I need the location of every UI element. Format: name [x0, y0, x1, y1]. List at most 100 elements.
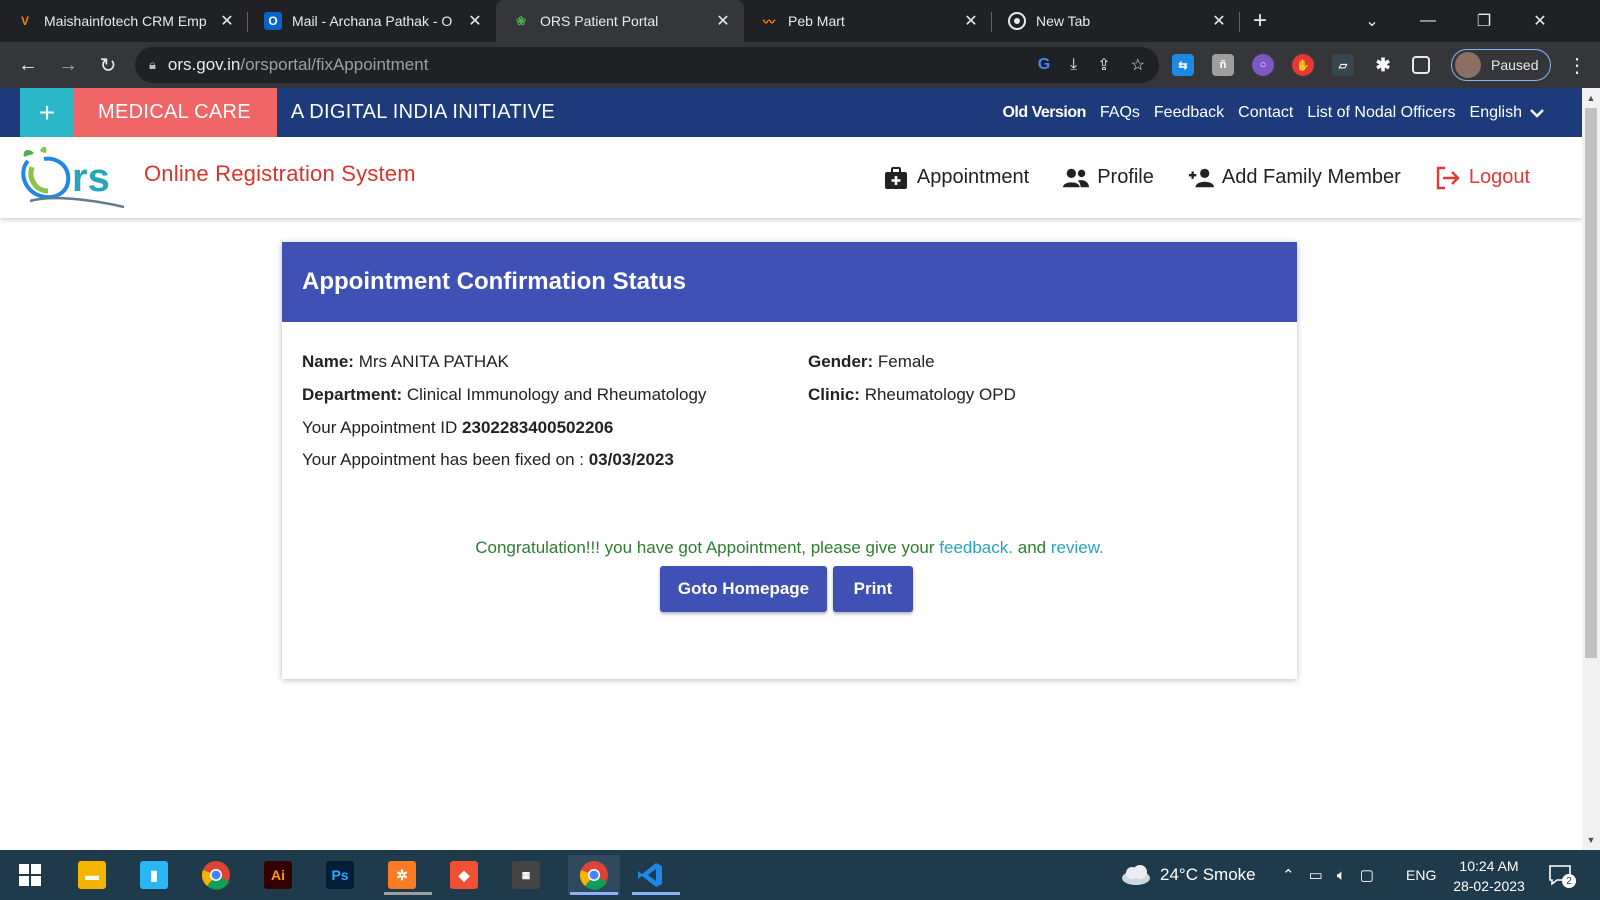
browser-tab[interactable]: V Maishainfotech CRM Emp ✕ — [0, 0, 248, 42]
scroll-up-icon[interactable]: ▲ — [1582, 90, 1600, 106]
profile-status: Paused — [1491, 57, 1539, 73]
feedback-link[interactable]: Feedback — [1147, 104, 1231, 122]
minimize-icon[interactable]: — — [1400, 0, 1456, 42]
extension-icon[interactable]: ○ — [1252, 54, 1274, 76]
new-tab-button[interactable]: + — [1240, 0, 1280, 42]
url-host: ors.gov.in — [167, 55, 241, 74]
weather-text: 24°C Smoke — [1160, 865, 1256, 884]
volume-icon[interactable]: 🔈︎ — [1337, 867, 1346, 884]
appointment-id-value: 2302283400502206 — [462, 418, 614, 437]
department-value: Clinical Immunology and Rheumatology — [406, 385, 707, 404]
logout-nav[interactable]: Logout — [1435, 166, 1530, 190]
scroll-thumb[interactable] — [1585, 108, 1597, 658]
clock[interactable]: 10:24 AM 28-02-2023 — [1448, 856, 1530, 896]
extension-icon[interactable]: ⇆ — [1172, 54, 1194, 76]
gov-top-bar: + MEDICAL CARE A DIGITAL INDIA INITIATIV… — [0, 88, 1582, 137]
language-select[interactable]: English — [1463, 104, 1544, 122]
time: 10:24 AM — [1459, 858, 1519, 874]
close-icon[interactable]: ✕ — [714, 12, 732, 30]
browser-tab-active[interactable]: ❀ ORS Patient Portal ✕ — [496, 0, 744, 42]
system-tray: ⌃ ▭ 🔈︎ ▢ — [1282, 850, 1374, 900]
chrome-active-icon[interactable] — [568, 855, 620, 895]
avatar — [1455, 52, 1481, 78]
scroll-down-icon[interactable]: ▼ — [1582, 832, 1600, 848]
close-window-icon[interactable]: ✕ — [1512, 0, 1568, 42]
page-scrollbar[interactable]: ▲ ▼ — [1582, 88, 1600, 850]
site-header: rs Online Registration System Appointmen… — [0, 137, 1582, 218]
browser-menu-icon[interactable]: ⋮ — [1562, 42, 1592, 88]
profile-nav[interactable]: Profile — [1063, 166, 1154, 190]
chrome-icon[interactable] — [196, 855, 236, 895]
close-icon[interactable]: ✕ — [962, 12, 980, 30]
notepad-icon[interactable]: ▮ — [134, 855, 174, 895]
side-panel-icon[interactable] — [1412, 56, 1430, 74]
close-icon[interactable]: ✕ — [466, 12, 484, 30]
gender-value: Female — [877, 352, 935, 371]
weather-widget[interactable]: 24°C Smoke — [1120, 850, 1256, 900]
app-icon[interactable]: ▦ — [506, 855, 546, 895]
language-label: English — [1469, 103, 1522, 121]
add-user-icon — [1188, 166, 1214, 190]
close-icon[interactable]: ✕ — [1210, 12, 1228, 30]
file-explorer-icon[interactable]: ▬ — [72, 855, 112, 895]
share-icon[interactable]: ⇪ — [1097, 55, 1110, 75]
battery-icon[interactable]: ▭ — [1309, 866, 1323, 884]
contact-link[interactable]: Contact — [1231, 104, 1300, 122]
add-family-member-label: Add Family Member — [1221, 166, 1401, 188]
language-indicator[interactable]: ENG — [1406, 850, 1436, 900]
bookmark-star-icon[interactable]: ☆ — [1131, 55, 1145, 75]
pebmart-favicon-icon: 〰 — [762, 14, 775, 29]
address-bar[interactable]: 🔒︎ ors.gov.in/orsportal/fixAppointment G… — [135, 47, 1159, 83]
ors-logo[interactable]: rs — [20, 145, 126, 211]
profile-chip[interactable]: Paused — [1451, 49, 1551, 81]
network-icon[interactable]: ▢ — [1360, 866, 1374, 884]
extension-icon[interactable]: ✋ — [1292, 54, 1314, 76]
install-icon[interactable]: ⤓ — [1070, 56, 1077, 74]
name-value: Mrs ANITA PATHAK — [358, 352, 509, 371]
browser-tab[interactable]: O Mail - Archana Pathak - O ✕ — [248, 0, 496, 42]
back-icon[interactable]: ← — [8, 45, 48, 85]
start-icon[interactable] — [10, 855, 50, 895]
vscode-icon[interactable] — [630, 855, 680, 895]
add-family-member-nav[interactable]: Add Family Member — [1188, 166, 1401, 190]
tab-title: Peb Mart — [788, 13, 845, 29]
reload-icon[interactable]: ↻ — [88, 45, 128, 85]
illustrator-icon[interactable]: Ai — [258, 855, 298, 895]
medical-kit-icon — [883, 166, 909, 190]
name-label: Name: — [302, 352, 354, 371]
goto-homepage-button[interactable]: Goto Homepage — [660, 566, 827, 612]
close-icon[interactable]: ✕ — [218, 12, 236, 30]
extensions-bar: ⇆ ñ ○ ✋ ▱ ✱ — [1172, 42, 1430, 88]
forward-icon[interactable]: → — [48, 45, 88, 85]
browser-tab[interactable]: 〰 Peb Mart ✕ — [744, 0, 992, 42]
top-links: Old Version FAQs Feedback Contact List o… — [995, 88, 1544, 137]
main-nav: Appointment Profile Add Family Member Lo… — [883, 137, 1530, 218]
appointment-nav[interactable]: Appointment — [883, 166, 1029, 190]
extension-icon[interactable]: ▱ — [1332, 54, 1354, 76]
review-link[interactable]: review. — [1051, 538, 1104, 557]
chevron-up-icon[interactable]: ⌃ — [1282, 866, 1295, 884]
department: Department: Clinical Immunology and Rheu… — [302, 385, 706, 405]
photoshop-icon[interactable]: Ps — [320, 855, 360, 895]
restore-icon[interactable]: ❐ — [1456, 0, 1512, 42]
gender-label: Gender: — [808, 352, 874, 371]
google-icon[interactable]: G — [1038, 56, 1050, 74]
old-version-link[interactable]: Old Version — [995, 104, 1092, 122]
browser-tab[interactable]: New Tab ✕ — [992, 0, 1240, 42]
xampp-icon[interactable]: ✲ — [382, 855, 432, 895]
notifications-icon[interactable]: 2 — [1548, 850, 1576, 900]
print-button[interactable]: Print — [833, 566, 913, 612]
faqs-link[interactable]: FAQs — [1093, 104, 1147, 122]
feedback-link[interactable]: feedback. — [939, 538, 1013, 557]
card-title: Appointment Confirmation Status — [282, 242, 1297, 322]
puzzle-icon[interactable]: ✱ — [1372, 54, 1394, 76]
extension-icon[interactable]: ñ — [1212, 54, 1234, 76]
appointment-nav-label: Appointment — [916, 166, 1030, 188]
patient-gender: Gender: Female — [808, 352, 935, 372]
nodal-officers-link[interactable]: List of Nodal Officers — [1300, 104, 1462, 122]
ors-favicon-icon: ❀ — [515, 14, 527, 28]
tab-search-icon[interactable]: ⌄ — [1344, 0, 1400, 42]
maisha-favicon-icon: V — [20, 14, 29, 28]
git-icon[interactable]: ◆ — [444, 855, 484, 895]
logout-icon — [1435, 166, 1461, 190]
